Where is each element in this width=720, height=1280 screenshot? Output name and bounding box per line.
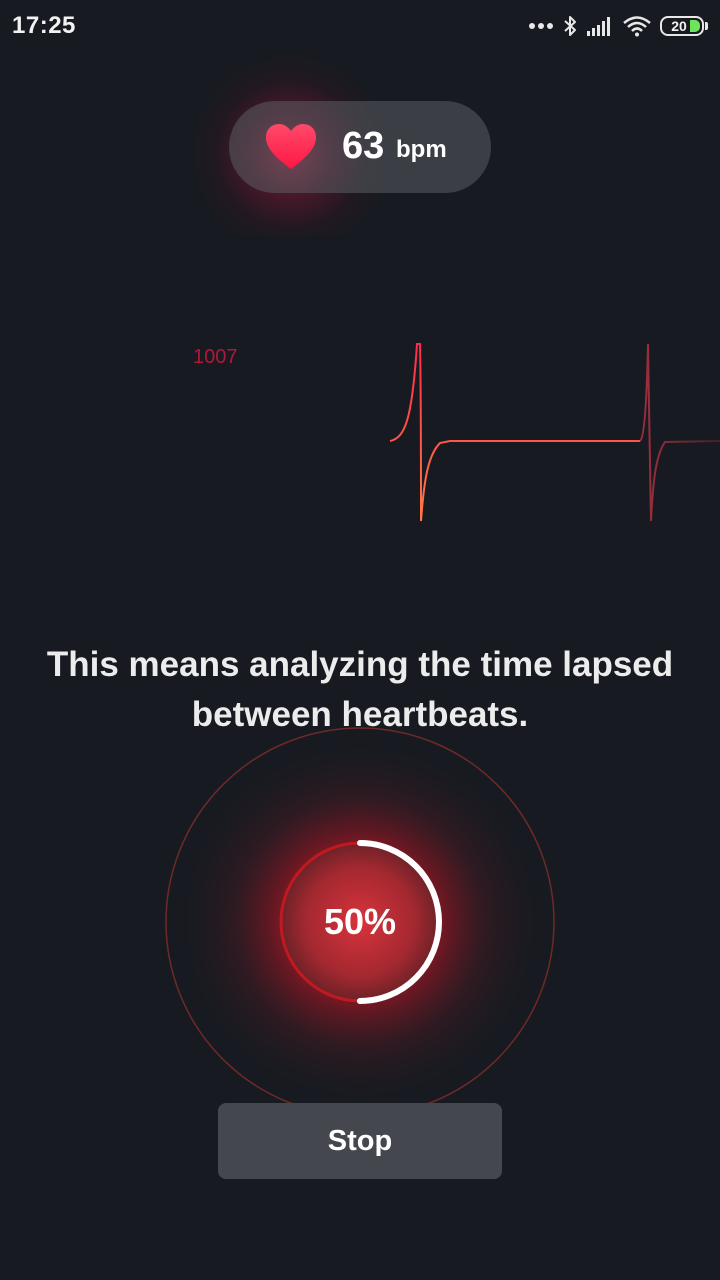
ecg-counter: 1007 <box>193 346 238 368</box>
heart-rate-screen: 17:25 20 63 bpm 1007 This means analyzin… <box>0 0 720 1280</box>
heart-icon <box>266 124 316 169</box>
battery-fill <box>690 20 700 32</box>
battery-icon: 20 <box>660 16 708 36</box>
ecg-spike <box>389 343 640 522</box>
more-dots-icon <box>529 23 553 29</box>
stop-button[interactable]: Stop <box>218 1103 502 1179</box>
wifi-icon <box>623 16 651 37</box>
heart-rate-unit: bpm <box>396 136 447 163</box>
battery-nub <box>705 22 708 30</box>
status-icons: 20 <box>528 12 708 40</box>
battery-level: 20 <box>671 18 687 34</box>
heart-rate-value: 63 <box>342 125 385 167</box>
bluetooth-icon <box>564 16 576 36</box>
signal-icon <box>587 17 610 36</box>
ecg-waveform <box>0 343 720 522</box>
battery-body: 20 <box>660 16 704 36</box>
progress-percentage: 50% <box>323 901 397 942</box>
status-bar: 17:25 20 <box>0 0 720 52</box>
ecg-faded-spike <box>639 343 720 522</box>
status-time: 17:25 <box>12 12 76 39</box>
